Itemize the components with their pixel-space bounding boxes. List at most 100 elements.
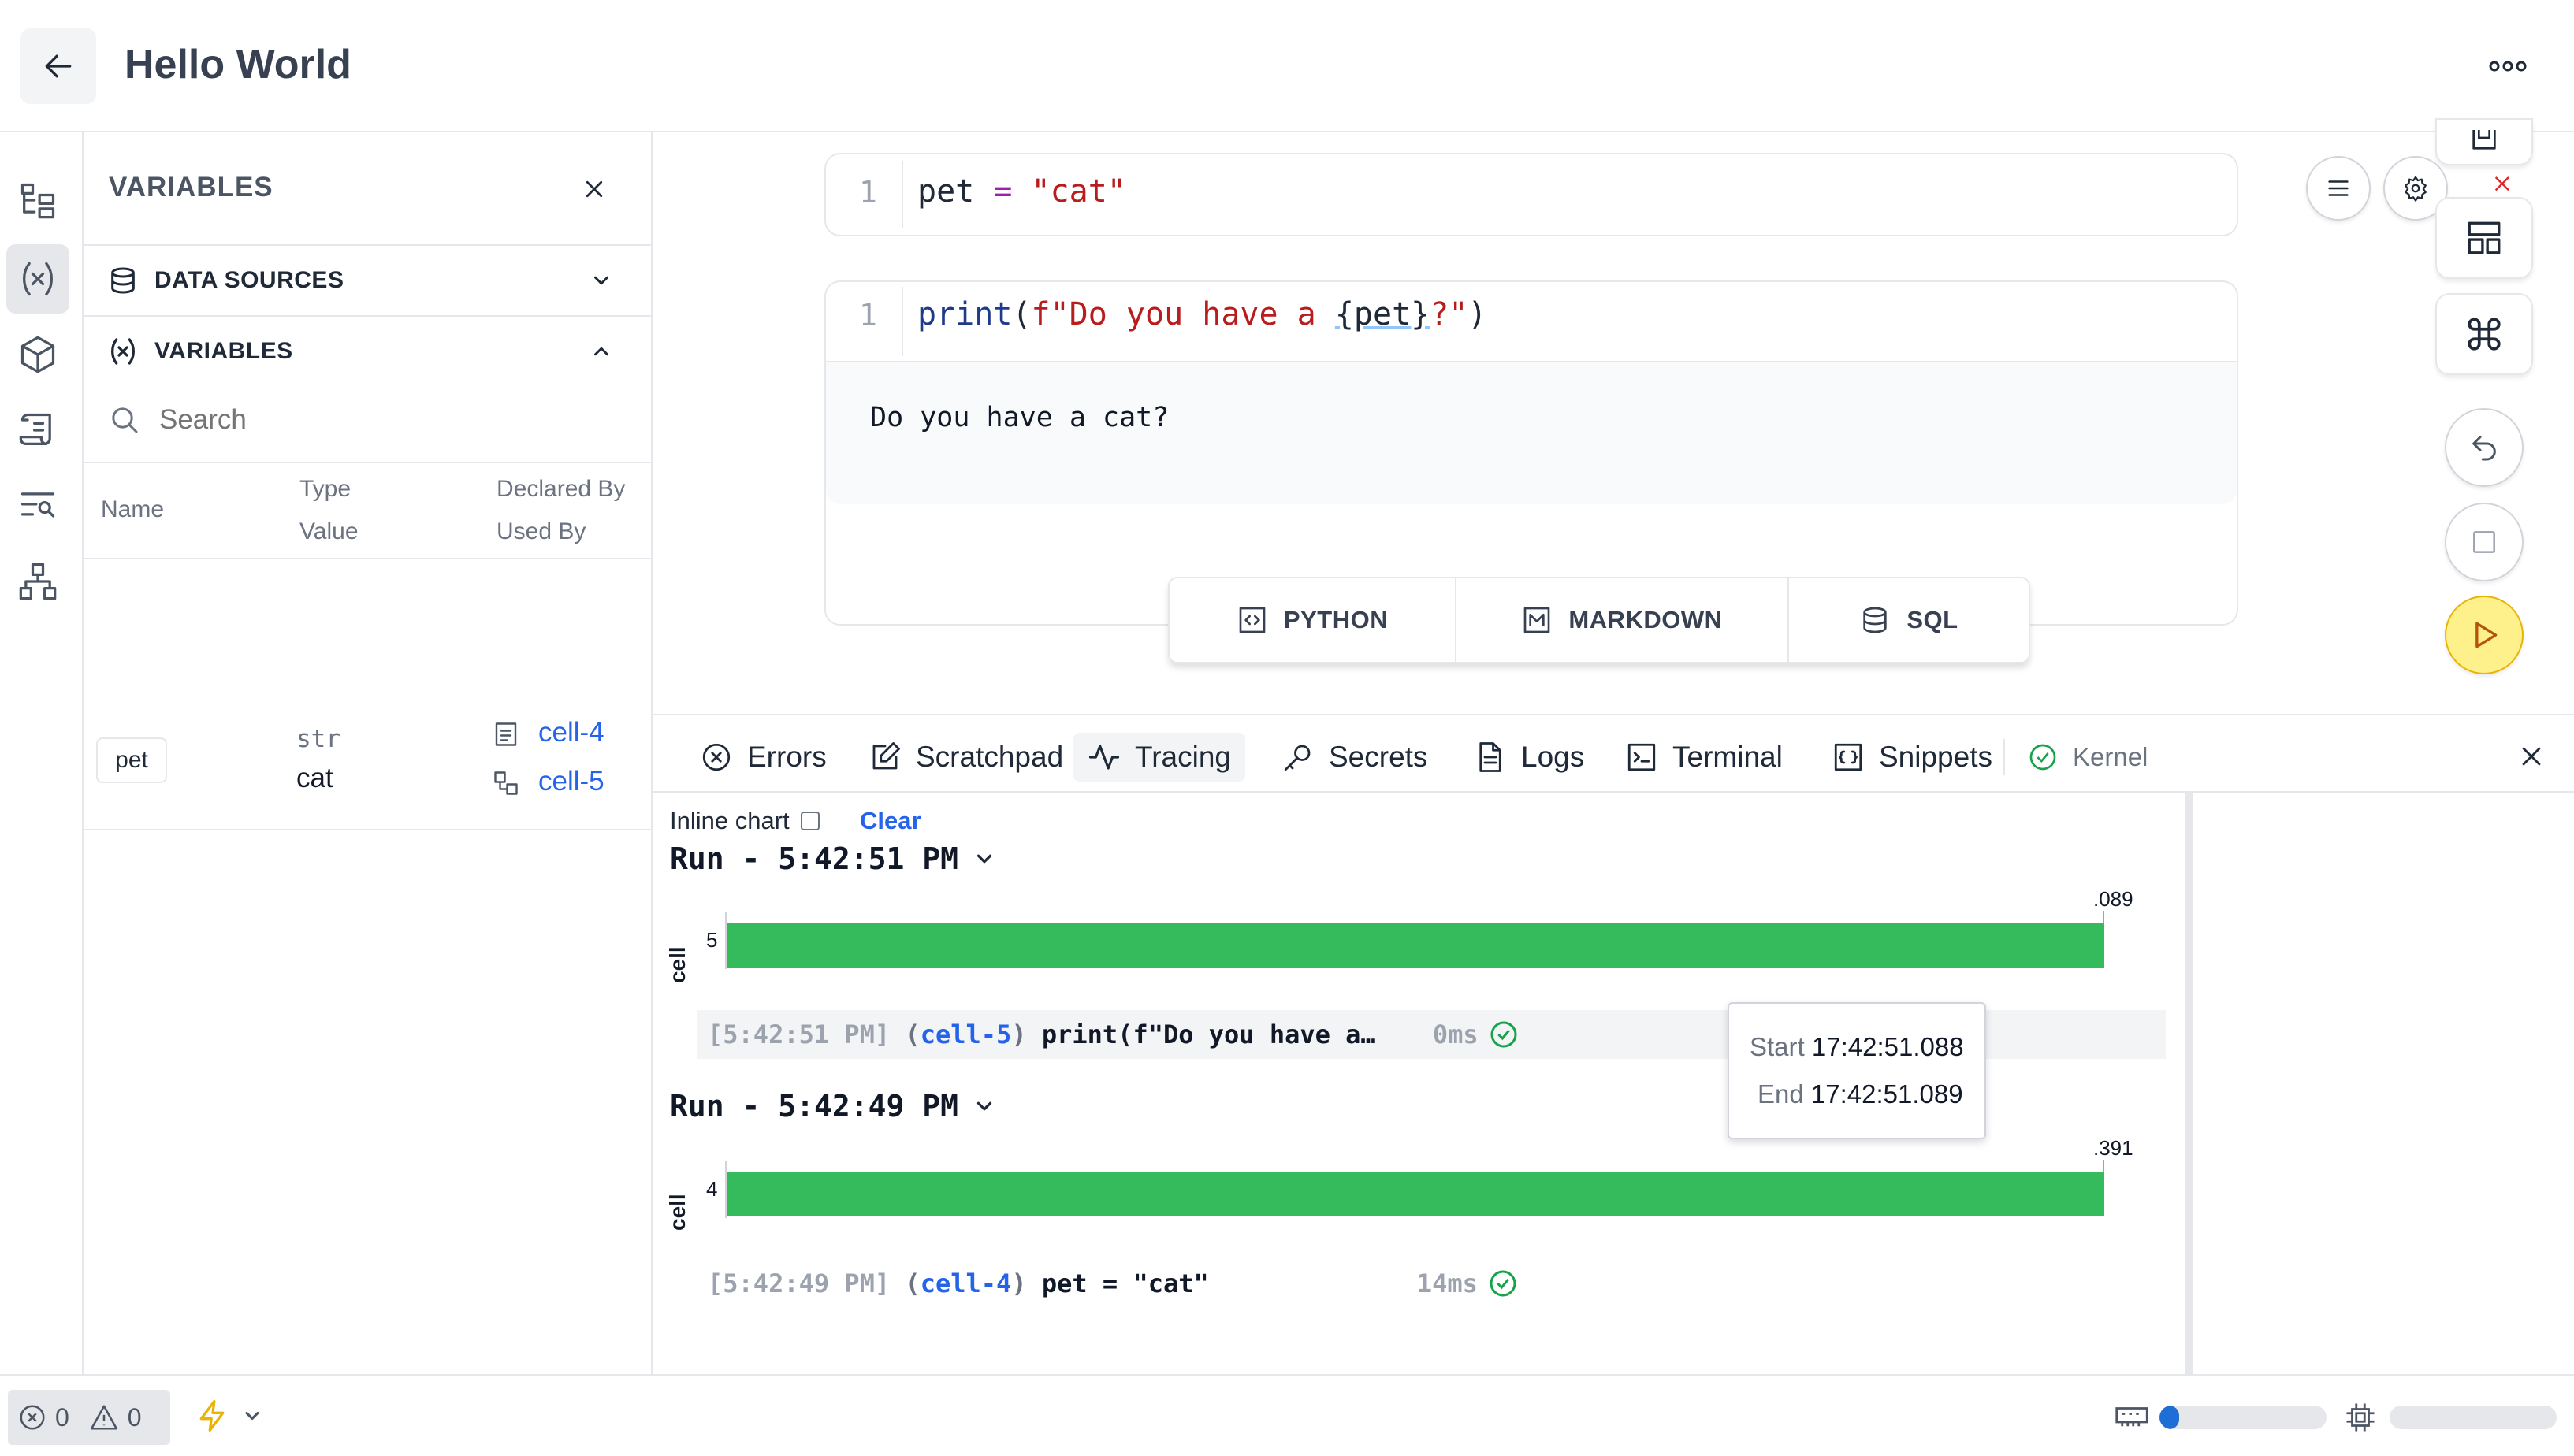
error-warning-counter[interactable]: 0 0 (8, 1390, 170, 1445)
code-cell-print[interactable]: 1 print(f"Do you have a {pet}?") Do you … (824, 280, 2238, 626)
chart-cell-label: 5 (706, 928, 718, 952)
log-paren: ( (905, 1020, 921, 1049)
rail-item-variables[interactable] (6, 244, 69, 314)
undo-button[interactable] (2445, 408, 2524, 487)
tab-logs[interactable]: Logs (1460, 733, 1598, 782)
clear-button[interactable]: Clear (860, 807, 921, 835)
panel-resize-handle[interactable] (2185, 793, 2193, 1376)
notebook-title[interactable]: Hello World (125, 41, 352, 88)
more-options-button[interactable] (2483, 44, 2533, 88)
command-icon (2468, 318, 2501, 351)
activity-rail (0, 132, 84, 1374)
tab-scratchpad[interactable]: Scratchpad (854, 733, 1077, 782)
inline-chart-label: Inline chart (670, 807, 790, 834)
add-markdown-button[interactable]: MARKDOWN (1455, 578, 1787, 662)
trace-log-row[interactable]: [5:42:49 PM] ( cell-4 ) pet = "cat" 14ms (697, 1259, 2166, 1308)
run-header[interactable]: Run - 5:42:49 PM (670, 1089, 996, 1124)
code-operator: = (974, 173, 1032, 210)
variable-value: cat (296, 763, 333, 793)
line-number: 1 (859, 175, 877, 210)
data-sources-label: DATA SOURCES (154, 267, 344, 293)
rail-item-files[interactable] (6, 165, 69, 235)
save-button[interactable] (2435, 118, 2533, 165)
add-python-button[interactable]: PYTHON (1170, 578, 1455, 662)
used-by-cell-icon (494, 771, 518, 795)
tab-secrets[interactable]: Secrets (1267, 733, 1441, 782)
column-value: Value (299, 518, 359, 544)
table-row: pet str cat cell-4 cell-5 (84, 559, 651, 827)
log-cell-link[interactable]: cell-4 (921, 1268, 1012, 1298)
delete-cell-button[interactable] (2479, 175, 2527, 199)
trace-end-label: .391 (2093, 1136, 2133, 1160)
tab-terminal[interactable]: Terminal (1611, 733, 1797, 782)
variable-type: str (296, 725, 340, 753)
code-line[interactable]: pet = "cat" (917, 173, 1126, 210)
tab-snippets[interactable]: Snippets (1817, 733, 2007, 782)
inline-chart-checkbox[interactable] (800, 812, 820, 830)
search-input[interactable] (158, 403, 602, 436)
trace-tooltip: Start 17:42:51.088 End 17:42:51.089 (1728, 1002, 1986, 1139)
chevron-down-icon (976, 854, 992, 864)
layout-button[interactable] (2435, 197, 2533, 279)
gear-icon (2405, 176, 2427, 202)
play-icon (2475, 622, 2498, 648)
column-type: Type (299, 476, 352, 502)
cell-menu-button[interactable] (2306, 156, 2371, 221)
run-button[interactable] (2445, 596, 2524, 674)
file-tree-icon (20, 183, 55, 219)
rail-item-packages[interactable] (6, 320, 69, 389)
database-icon (111, 267, 135, 294)
back-button[interactable] (20, 28, 96, 104)
trace-bar[interactable] (727, 1172, 2104, 1216)
app-header: Hello World (0, 0, 2574, 132)
data-sources-section[interactable]: DATA SOURCES (84, 244, 651, 315)
cell-output-area (826, 362, 2237, 504)
run-header[interactable]: Run - 5:42:51 PM (670, 841, 996, 876)
close-panel-button[interactable] (2509, 734, 2554, 778)
gutter-divider (902, 161, 903, 228)
close-icon (2494, 176, 2509, 191)
variables-search[interactable] (84, 384, 651, 455)
close-icon (586, 180, 603, 198)
trace-bar[interactable] (727, 923, 2104, 968)
runtime-mode-dropdown[interactable] (195, 1396, 263, 1436)
memory-usage-bar (2159, 1406, 2327, 1429)
code-line[interactable]: print(f"Do you have a {pet}?") (917, 296, 1487, 332)
rail-item-outline[interactable] (6, 471, 69, 540)
used-by-link[interactable]: cell-5 (538, 766, 604, 797)
add-cell-bar: PYTHON MARKDOWN SQL (1168, 577, 2030, 663)
command-palette-button[interactable] (2435, 293, 2533, 375)
tab-snippets-label: Snippets (1879, 741, 1992, 773)
variables-section[interactable]: VARIABLES (84, 315, 651, 386)
panel-tabs: Errors Scratchpad Tracing Secrets Logs T… (653, 715, 2574, 793)
log-paren: ) (1011, 1020, 1027, 1049)
warning-icon (90, 1405, 117, 1430)
tab-errors[interactable]: Errors (686, 733, 841, 782)
code-function: print (917, 296, 1013, 332)
inline-chart-toggle[interactable]: Inline chart (670, 807, 820, 835)
activity-icon (1088, 745, 1120, 770)
kernel-status[interactable]: Kernel (2013, 733, 2162, 782)
declared-by-link[interactable]: cell-4 (538, 717, 604, 748)
log-code: print(f"Do you have a… (1041, 1020, 1376, 1049)
code-interpolation: {pet} (1334, 296, 1430, 332)
stop-button[interactable] (2445, 503, 2524, 581)
rail-item-dependencies[interactable] (6, 547, 69, 616)
log-code: pet = "cat" (1041, 1268, 1209, 1298)
ellipsis-icon (2489, 61, 2527, 72)
close-panel-button[interactable] (572, 172, 616, 206)
save-icon (2472, 130, 2496, 150)
add-sql-button[interactable]: SQL (1787, 578, 2029, 662)
stop-icon (2473, 531, 2495, 553)
trace-chart: cell 4 .391 (662, 1136, 2159, 1246)
log-duration: 0ms (1432, 1020, 1479, 1049)
tab-tracing[interactable]: Tracing (1073, 733, 1246, 782)
warning-count: 0 (127, 1402, 142, 1432)
layout-icon (2468, 221, 2501, 254)
memory-icon (2115, 1407, 2148, 1427)
rail-item-documentation[interactable] (6, 396, 69, 465)
code-cell-pet[interactable]: 1 pet = "cat" (824, 153, 2238, 236)
dependency-graph-icon (19, 563, 57, 600)
log-cell-link[interactable]: cell-5 (921, 1020, 1012, 1049)
variable-name-chip[interactable]: pet (96, 737, 167, 783)
